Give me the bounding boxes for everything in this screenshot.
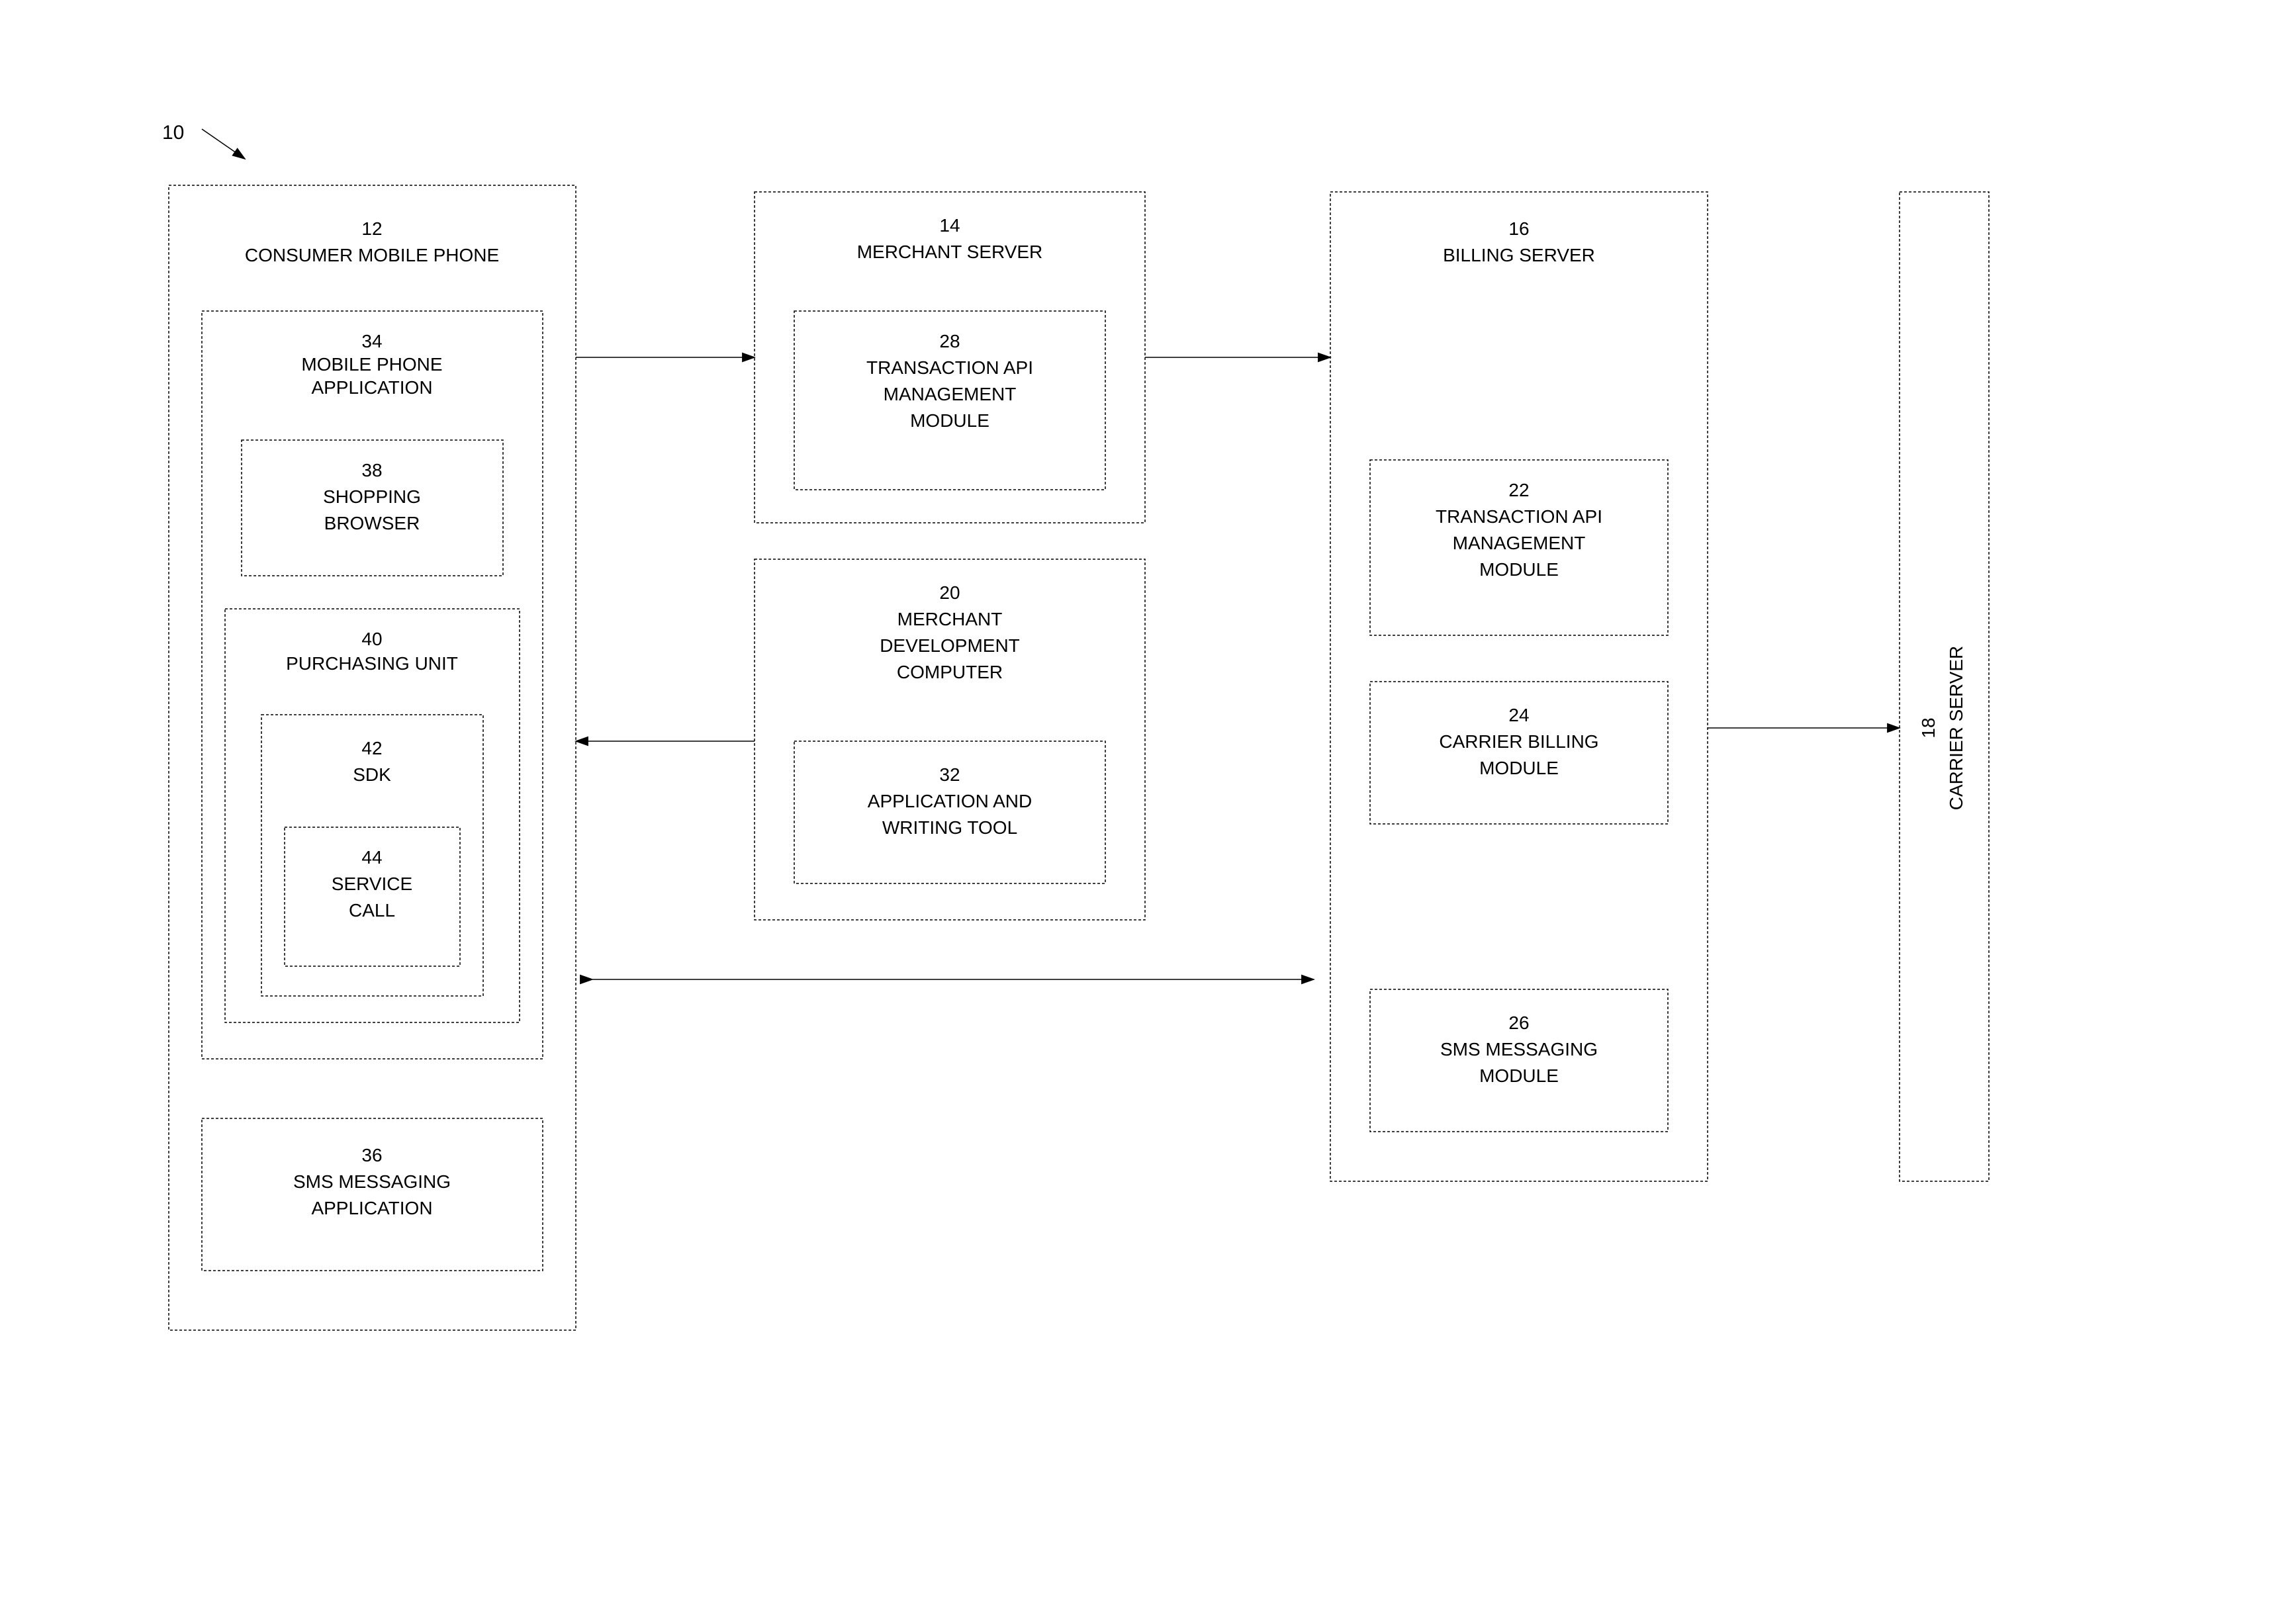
purchasing-unit-num: 40 — [361, 629, 382, 649]
merchant-dev-block: 20 MERCHANT DEVELOPMENT COMPUTER 32 APPL… — [755, 559, 1145, 920]
billing-server-label: BILLING SERVER — [1443, 245, 1595, 265]
carrier-server-block: 18 CARRIER SERVER — [1900, 192, 1989, 1181]
service-call-num: 44 — [361, 847, 382, 868]
billing-server-block: 16 BILLING SERVER 22 TRANSACTION API MAN… — [1330, 192, 1708, 1181]
trans-api-28-label1: TRANSACTION API — [866, 357, 1033, 378]
mobile-phone-app-block: 34 MOBILE PHONE APPLICATION 38 SHOPPING … — [202, 311, 543, 1059]
sdk-num: 42 — [361, 738, 382, 758]
sms-app-block: 36 SMS MESSAGING APPLICATION — [202, 1118, 543, 1271]
trans-api-28-label2: MANAGEMENT — [884, 384, 1017, 404]
merchant-server-label: MERCHANT SERVER — [857, 242, 1043, 262]
purchasing-unit-block: 40 PURCHASING UNIT 42 SDK 44 SERVICE CAL… — [225, 609, 520, 1022]
shopping-browser-num: 38 — [361, 460, 382, 480]
shopping-browser-label2: BROWSER — [324, 513, 420, 533]
sms-app-num: 36 — [361, 1145, 382, 1165]
app-writing-label1: APPLICATION AND — [868, 791, 1032, 811]
shopping-browser-block: 38 SHOPPING BROWSER — [242, 440, 503, 576]
trans-api-22-block: 22 TRANSACTION API MANAGEMENT MODULE — [1370, 460, 1668, 635]
trans-api-22-num: 22 — [1508, 480, 1529, 500]
trans-api-22-label1: TRANSACTION API — [1436, 506, 1602, 527]
merchant-dev-label3: COMPUTER — [897, 662, 1003, 682]
consumer-mobile-phone-block: 12 CONSUMER MOBILE PHONE 34 MOBILE PHONE… — [169, 185, 576, 1330]
trans-api-28-block: 28 TRANSACTION API MANAGEMENT MODULE — [794, 311, 1105, 490]
trans-api-28-label3: MODULE — [910, 410, 989, 431]
sms-app-label1: SMS MESSAGING — [293, 1171, 451, 1192]
system-diagram: 10 12 CONSUMER MOBILE PHONE 34 MOBILE PH… — [0, 0, 2296, 1622]
figure-ref-label: 10 — [162, 122, 184, 144]
merchant-server-num: 14 — [939, 215, 960, 236]
purchasing-unit-label: PURCHASING UNIT — [286, 653, 458, 674]
sdk-block: 42 SDK 44 SERVICE CALL — [261, 715, 483, 996]
carrier-billing-num: 24 — [1508, 705, 1529, 725]
merchant-dev-label1: MERCHANT — [897, 609, 1003, 629]
carrier-billing-block: 24 CARRIER BILLING MODULE — [1370, 682, 1668, 824]
carrier-server-label: CARRIER SERVER — [1946, 646, 1966, 810]
figure-ref: 10 — [162, 122, 245, 159]
app-writing-block: 32 APPLICATION AND WRITING TOOL — [794, 741, 1105, 883]
app-writing-num: 32 — [939, 764, 960, 785]
merchant-dev-label2: DEVELOPMENT — [880, 635, 1020, 656]
sdk-label: SDK — [353, 764, 391, 785]
mobile-app-label1: MOBILE PHONE — [301, 354, 442, 375]
carrier-billing-label2: MODULE — [1479, 758, 1559, 778]
mobile-app-num: 34 — [361, 331, 382, 351]
shopping-browser-label1: SHOPPING — [323, 486, 421, 507]
sms-module-label1: SMS MESSAGING — [1440, 1039, 1598, 1059]
service-call-label2: CALL — [349, 900, 395, 921]
consumer-phone-label: CONSUMER MOBILE PHONE — [245, 245, 499, 265]
trans-api-22-label3: MODULE — [1479, 559, 1559, 580]
merchant-server-block: 14 MERCHANT SERVER 28 TRANSACTION API MA… — [755, 192, 1145, 523]
billing-server-num: 16 — [1508, 218, 1529, 239]
app-writing-label2: WRITING TOOL — [882, 817, 1017, 838]
mobile-app-label2: APPLICATION — [311, 377, 432, 398]
sms-module-block: 26 SMS MESSAGING MODULE — [1370, 989, 1668, 1132]
service-call-label1: SERVICE — [332, 874, 412, 894]
carrier-server-num: 18 — [1918, 717, 1939, 738]
carrier-billing-label1: CARRIER BILLING — [1439, 731, 1598, 752]
service-call-block: 44 SERVICE CALL — [285, 827, 460, 966]
trans-api-22-label2: MANAGEMENT — [1453, 533, 1586, 553]
merchant-dev-num: 20 — [939, 582, 960, 603]
trans-api-28-num: 28 — [939, 331, 960, 351]
sms-module-num: 26 — [1508, 1013, 1529, 1033]
sms-module-label2: MODULE — [1479, 1065, 1559, 1086]
sms-app-label2: APPLICATION — [311, 1198, 432, 1218]
consumer-phone-num: 12 — [361, 218, 382, 239]
